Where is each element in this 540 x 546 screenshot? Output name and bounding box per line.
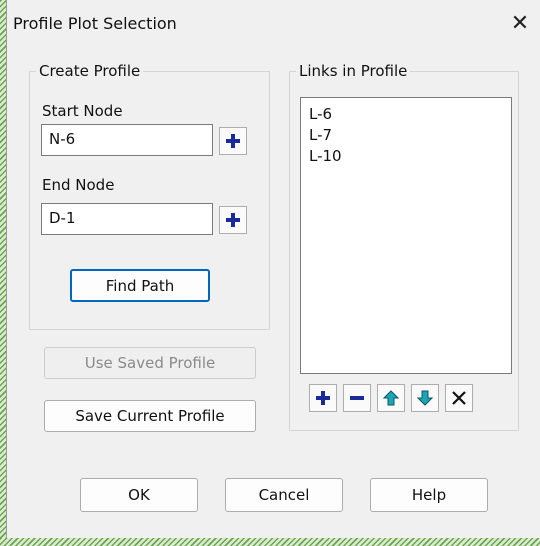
plus-icon bbox=[226, 213, 240, 227]
arrow-down-icon bbox=[417, 390, 433, 406]
delete-link-button[interactable] bbox=[445, 384, 473, 412]
add-end-node-button[interactable] bbox=[219, 206, 247, 234]
list-item[interactable]: L-7 bbox=[309, 125, 503, 146]
find-path-button[interactable]: Find Path bbox=[70, 269, 210, 302]
dialog-window: Profile Plot Selection ✕ Create Profile … bbox=[6, 0, 540, 538]
arrow-up-icon bbox=[383, 390, 399, 406]
background-hatch-bottom bbox=[0, 538, 540, 546]
save-current-profile-button[interactable]: Save Current Profile bbox=[44, 400, 256, 432]
plus-icon bbox=[316, 391, 330, 405]
create-profile-legend: Create Profile bbox=[39, 62, 141, 80]
end-node-field[interactable]: D-1 bbox=[41, 203, 213, 235]
ok-button[interactable]: OK bbox=[80, 478, 198, 512]
title-bar: Profile Plot Selection ✕ bbox=[7, 0, 540, 50]
remove-link-button[interactable] bbox=[343, 384, 371, 412]
help-button[interactable]: Help bbox=[370, 478, 488, 512]
x-icon bbox=[452, 391, 466, 405]
close-button[interactable]: ✕ bbox=[503, 6, 537, 40]
use-saved-profile-button[interactable]: Use Saved Profile bbox=[44, 347, 256, 379]
start-node-label: Start Node bbox=[42, 102, 123, 120]
links-in-profile-legend: Links in Profile bbox=[299, 62, 408, 80]
close-icon: ✕ bbox=[510, 10, 530, 36]
plus-icon bbox=[226, 134, 240, 148]
links-listbox[interactable]: L-6 L-7 L-10 bbox=[300, 97, 512, 374]
list-item[interactable]: L-6 bbox=[309, 104, 503, 125]
minus-icon bbox=[350, 396, 364, 400]
add-link-button[interactable] bbox=[309, 384, 337, 412]
list-item[interactable]: L-10 bbox=[309, 146, 503, 167]
window-title: Profile Plot Selection bbox=[13, 14, 177, 33]
start-node-field[interactable]: N-6 bbox=[41, 124, 213, 156]
move-link-up-button[interactable] bbox=[377, 384, 405, 412]
end-node-label: End Node bbox=[42, 176, 115, 194]
cancel-button[interactable]: Cancel bbox=[225, 478, 343, 512]
add-start-node-button[interactable] bbox=[219, 127, 247, 155]
move-link-down-button[interactable] bbox=[411, 384, 439, 412]
